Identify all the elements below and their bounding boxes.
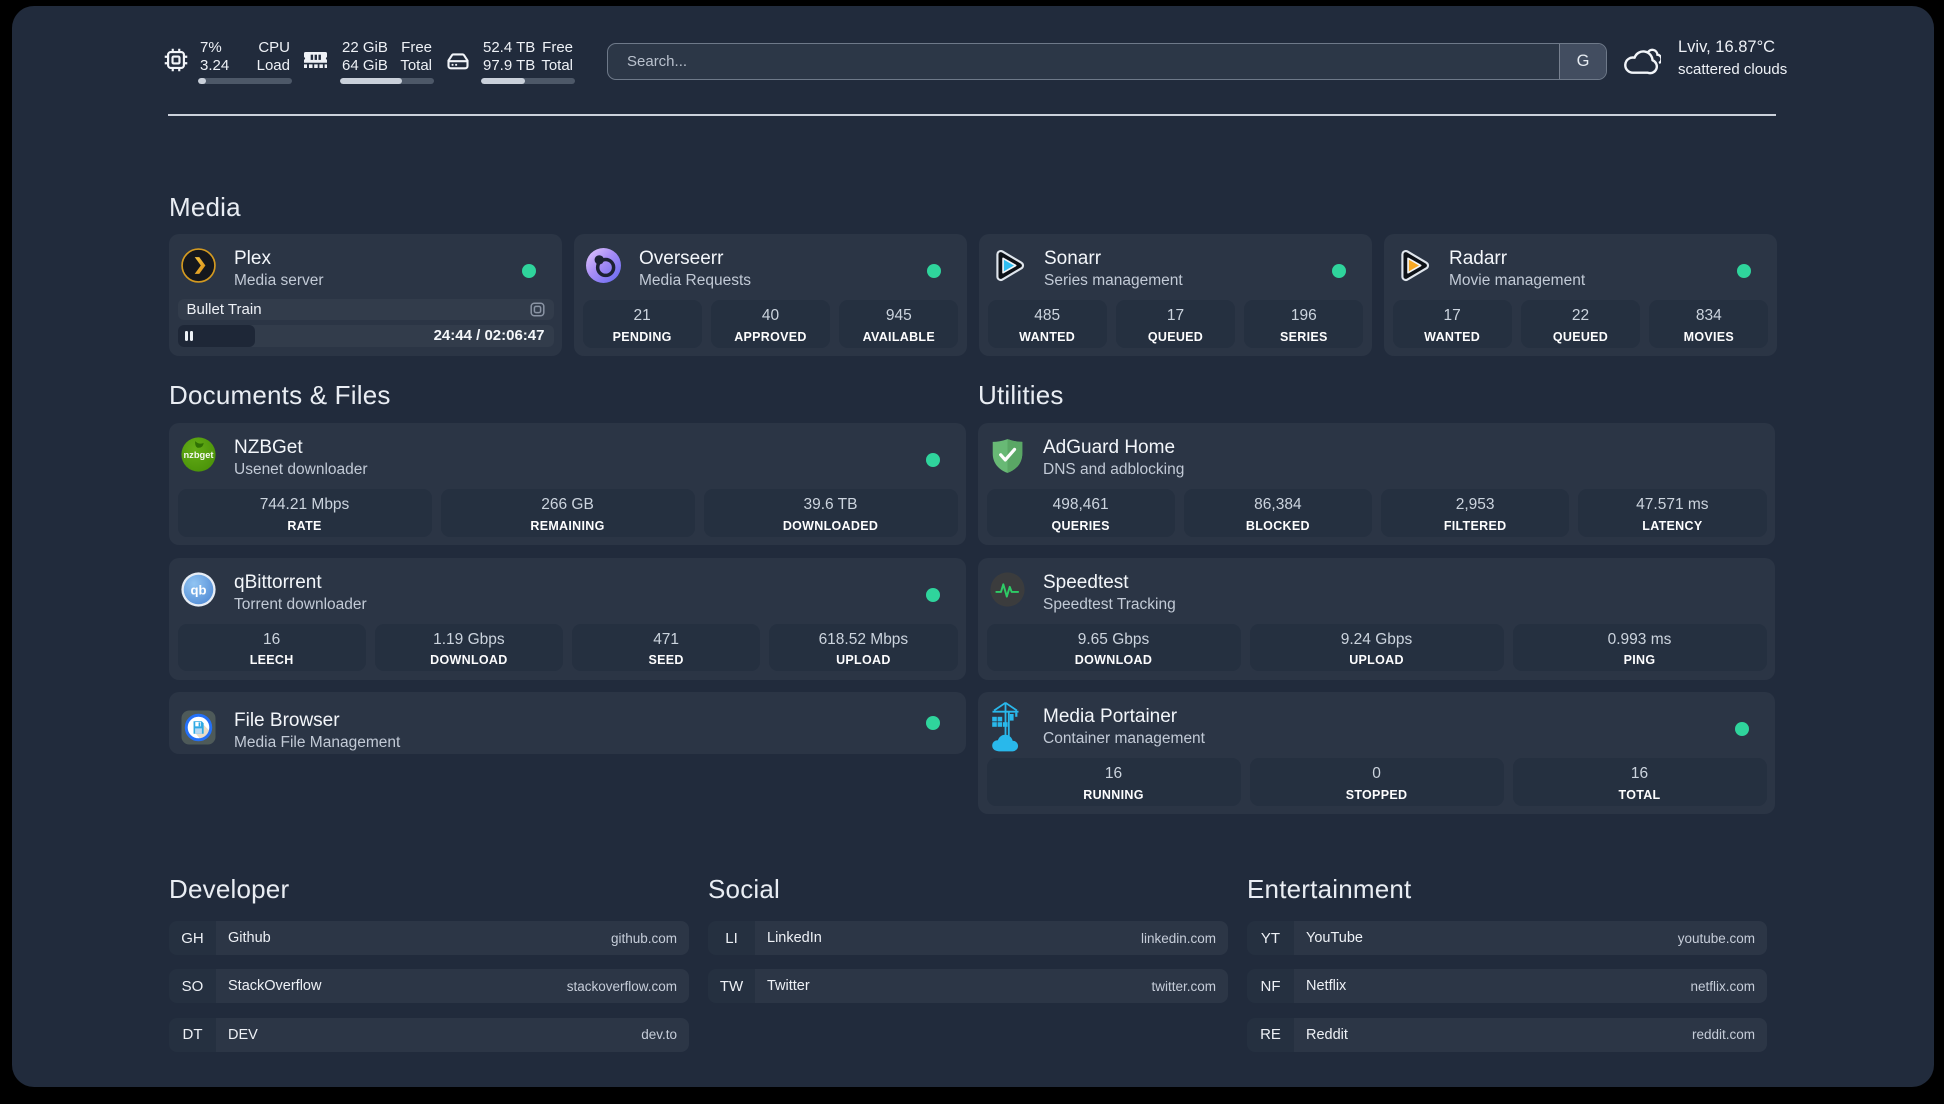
svg-text:nzbget: nzbget	[183, 450, 213, 460]
svg-text:qb: qb	[190, 582, 206, 597]
